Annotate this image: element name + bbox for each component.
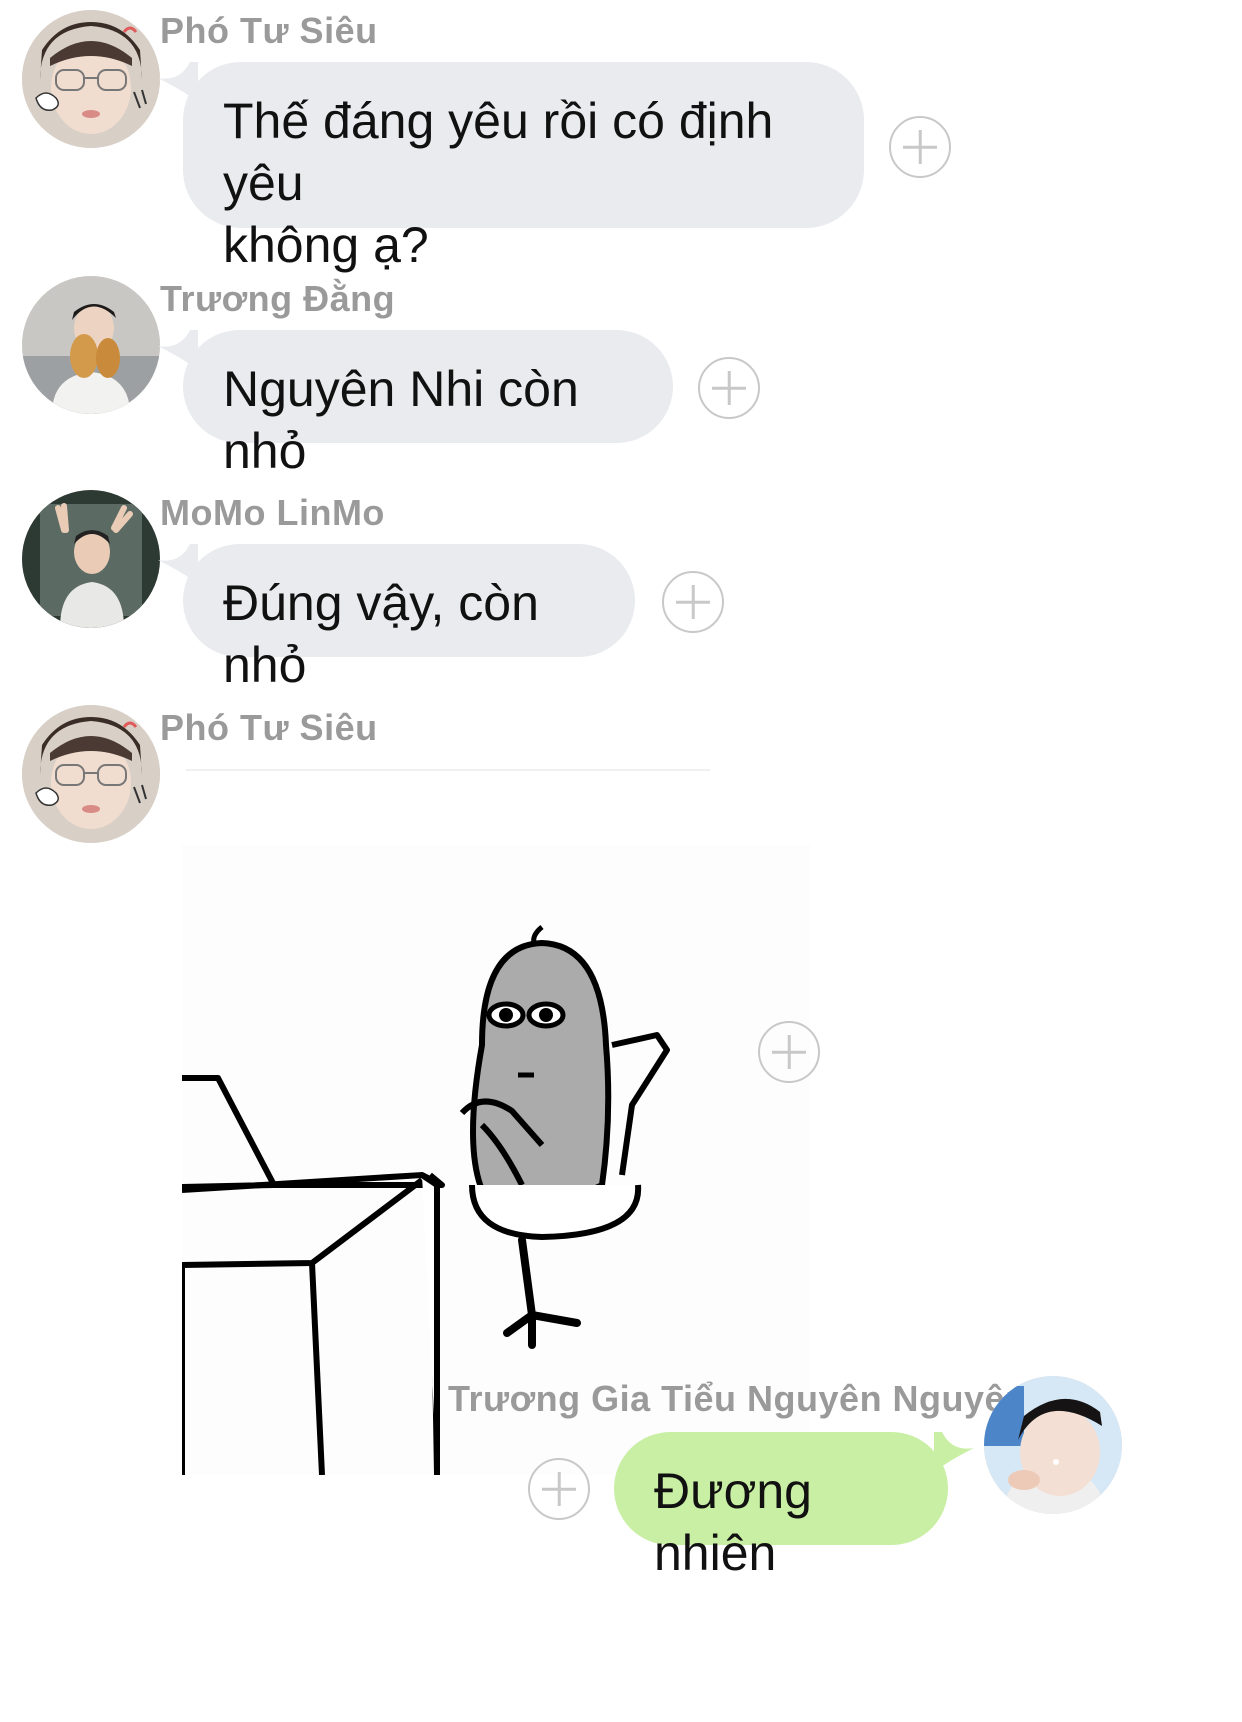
avatar-glasses-boy-icon[interactable] — [22, 705, 160, 843]
message-bubble[interactable]: Thế đáng yêu rồi có định yêu không ạ? — [183, 62, 864, 273]
sender-name: Trương Đằng — [160, 278, 396, 319]
message-bubble[interactable]: Đúng vậy, còn nhỏ — [183, 544, 635, 693]
message-text: Nguyên Nhi còn nhỏ — [223, 361, 579, 479]
message-bubble[interactable]: Nguyên Nhi còn nhỏ — [183, 330, 673, 479]
sender-name: Trương Gia Tiểu Nguyên Nguyên — [448, 1378, 1028, 1419]
avatar-glasses-boy-icon[interactable] — [22, 10, 160, 148]
plus-circle-icon[interactable] — [662, 571, 724, 633]
plus-circle-icon[interactable] — [698, 357, 760, 419]
avatar-boy-waving-icon[interactable] — [22, 490, 160, 628]
plus-circle-icon[interactable] — [889, 116, 951, 178]
message-text: Thế đáng yêu rồi có định yêu không ạ? — [223, 93, 774, 273]
sender-name: Phó Tư Siêu — [160, 707, 378, 748]
sender-name: MoMo LinMo — [160, 492, 385, 533]
message-text: Đúng vậy, còn nhỏ — [223, 575, 539, 693]
plus-circle-icon[interactable] — [528, 1458, 590, 1520]
plus-circle-icon[interactable] — [758, 1021, 820, 1083]
sticker-top-divider — [186, 769, 710, 771]
sender-name: Phó Tư Siêu — [160, 10, 378, 51]
avatar-boy-holding-bread-icon[interactable] — [22, 276, 160, 414]
message-text: Đương nhiên — [654, 1463, 812, 1581]
message-bubble[interactable]: Đương nhiên — [614, 1432, 948, 1581]
avatar-boy-selfie-icon[interactable] — [984, 1376, 1122, 1514]
